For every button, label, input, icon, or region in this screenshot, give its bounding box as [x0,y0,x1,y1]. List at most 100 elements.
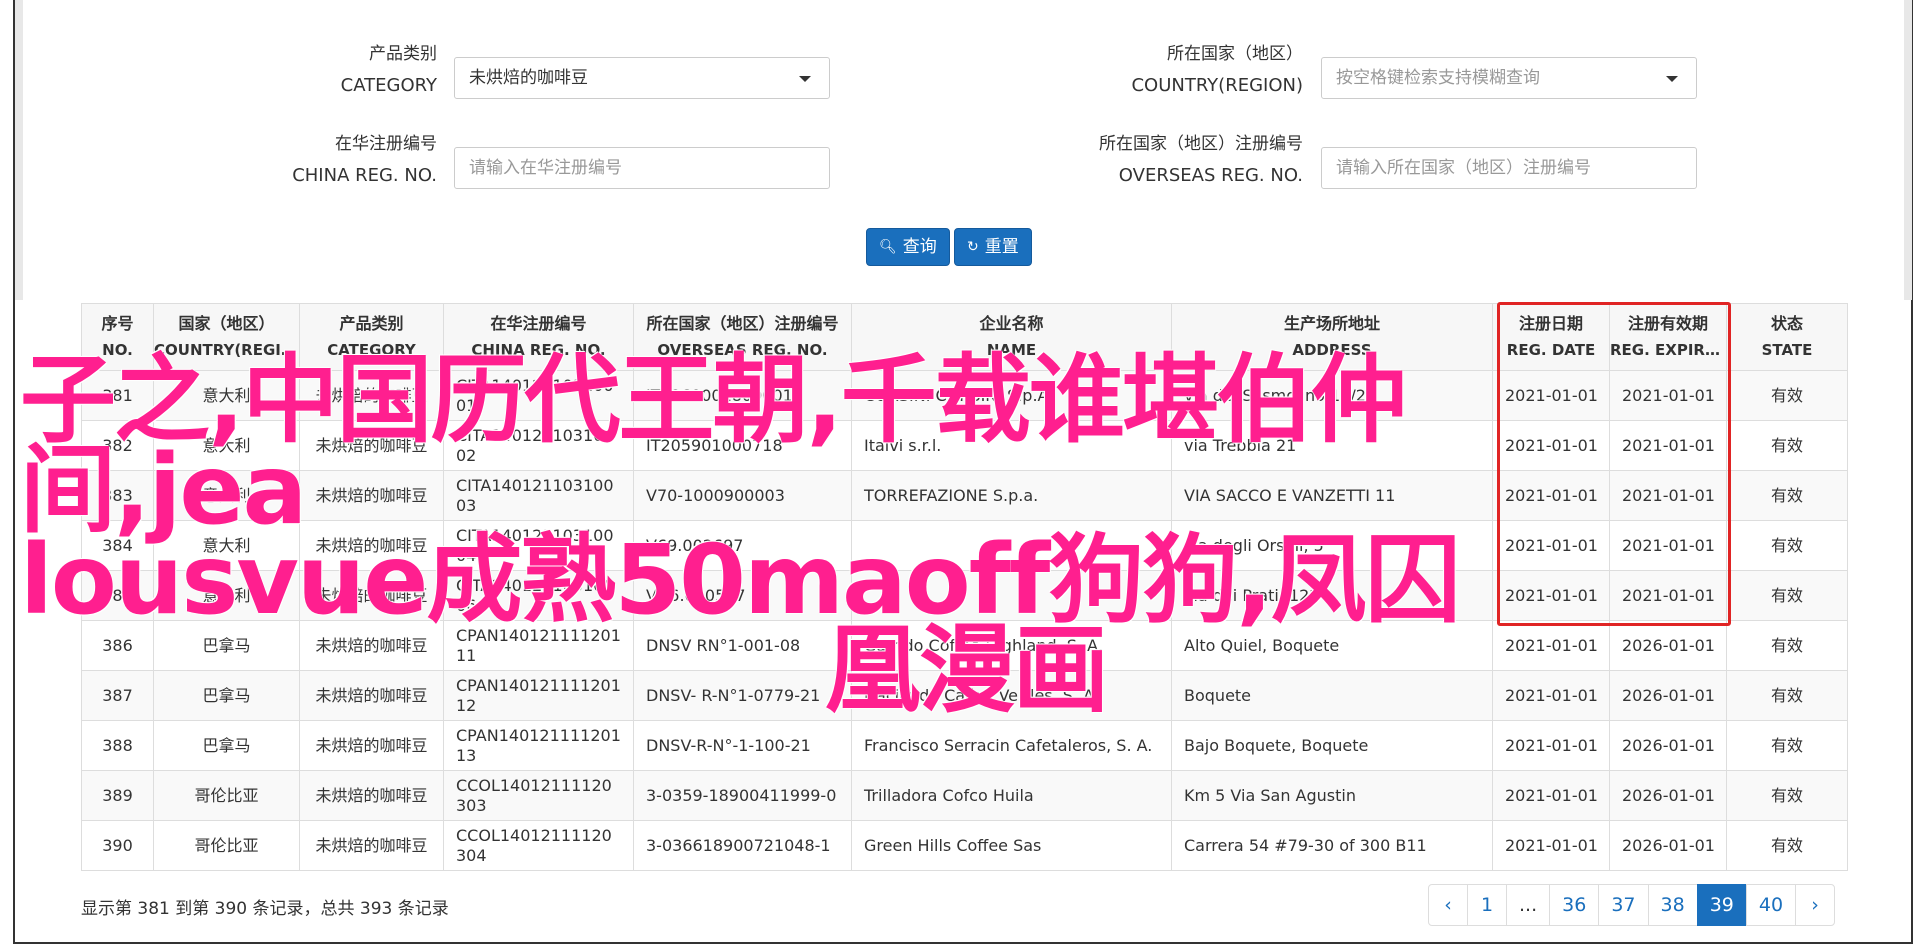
chevron-down-icon [799,76,811,82]
category-label-cn: 产品类别 [369,44,437,64]
cell-state: 有效 [1726,820,1848,871]
cell-reg-date: 2021-01-01 [1492,620,1610,671]
header-china-reg[interactable]: 在华注册编号 CHINA REG. NO. [443,303,634,371]
table-row[interactable]: 389 哥伦比亚 未烘焙的咖啡豆 CCOL14012111120303 3-03… [81,770,1848,821]
country-select[interactable]: 按空格键检索支持模糊查询 [1321,57,1697,99]
page-39[interactable]: 39 [1696,884,1747,926]
cell-reg-date: 2021-01-01 [1492,570,1610,621]
cell-country: 意大利 [153,370,300,421]
left-scrollbar[interactable] [15,0,23,300]
cell-address: Km 5 Via San Agustin [1171,770,1493,821]
cell-state: 有效 [1726,470,1848,521]
header-category[interactable]: 产品类别 CATEGORY [299,303,444,371]
cell-state: 有效 [1726,520,1848,571]
header-reg-expire[interactable]: 注册有效期 REG. EXPIRE ... [1609,303,1727,371]
prev-page-button[interactable]: ‹ [1428,884,1468,926]
cell-overseas-reg: DNSV- R-N°1-0779-21 [633,670,852,721]
table-row[interactable]: 388 巴拿马 未烘焙的咖啡豆 CPAN14012111120113 DNSV-… [81,720,1848,771]
cell-name: CORSINI CORSINI S.p.A. [851,370,1172,421]
right-scrollbar[interactable] [1904,0,1912,300]
table-row[interactable]: 382 意大利 未烘焙的咖啡豆 CITA14012110310002 IT205… [81,420,1848,471]
cell-name: Italvi s.r.l. [851,420,1172,471]
cell-name: Trilladora Cofco Huila [851,770,1172,821]
header-country[interactable]: 国家（地区） COUNTRY(REGIO... [153,303,300,371]
cell-reg-expire: 2026-01-01 [1609,670,1727,721]
cell-address: via Trebbia 21 [1171,420,1493,471]
cell-category: 未烘焙的咖啡豆 [299,420,444,471]
cell-country: 意大利 [153,520,300,571]
cell-china-reg: CITA14012110310003 [443,470,634,521]
search-icon: 🔍︎ [879,239,897,255]
cell-reg-date: 2021-01-01 [1492,770,1610,821]
reset-button[interactable]: ↻ 重置 [954,228,1032,266]
table-row[interactable]: 381 意大利 未烘焙的咖啡豆 CITA14012110310001 IT096… [81,370,1848,421]
cell-no: 386 [81,620,154,671]
overseas-reg-input[interactable] [1321,147,1697,189]
overseas-reg-label-en: OVERSEAS REG. NO. [1118,165,1303,186]
cell-overseas-reg: IT0960001800001 [633,370,852,421]
table-row[interactable]: 385 意大利 未烘焙的咖啡豆 CITA14012110310006 VD6.0… [81,570,1848,621]
cell-reg-expire: 2026-01-01 [1609,620,1727,671]
table-header-row: 序号 NO. 国家（地区） COUNTRY(REGIO... 产品类别 CATEGOR… [81,303,1848,371]
cell-reg-expire: 2021-01-01 [1609,520,1727,571]
table-row[interactable]: 390 哥伦比亚 未烘焙的咖啡豆 CCOL14012111120304 3-03… [81,820,1848,871]
page-ellipsis: ... [1506,884,1551,926]
page-1[interactable]: 1 [1467,884,1507,926]
china-reg-label-en: CHINA REG. NO. [292,165,437,186]
cell-china-reg: CITA14012110310001 [443,370,634,421]
cell-name: Garrido Coffee Highland, S. A. [851,620,1172,671]
header-reg-date[interactable]: 注册日期 REG. DATE [1492,303,1610,371]
category-label-en: CATEGORY [340,75,437,96]
cell-state: 有效 [1726,570,1848,621]
cell-state: 有效 [1726,620,1848,671]
next-page-button[interactable]: › [1795,884,1836,926]
cell-category: 未烘焙的咖啡豆 [299,520,444,571]
header-address[interactable]: 生产场所地址 ADDRESS [1171,303,1493,371]
cell-overseas-reg: V70-1000900003 [633,470,852,521]
table-row[interactable]: 384 意大利 未烘焙的咖啡豆 CITA14012110310004 V69.0… [81,520,1848,571]
cell-category: 未烘焙的咖啡豆 [299,770,444,821]
cell-address: Carrera 54 #79-30 of 300 B11 [1171,820,1493,871]
cell-address: Alto Quiel, Boquete [1171,620,1493,671]
cell-overseas-reg: DNSV-R-N°-1-100-21 [633,720,852,771]
category-select[interactable]: 未烘焙的咖啡豆 [454,57,830,99]
cell-reg-date: 2021-01-01 [1492,520,1610,571]
cell-china-reg: CPAN14012111120111 [443,620,634,671]
cell-reg-date: 2021-01-01 [1492,470,1610,521]
cell-reg-date: 2021-01-01 [1492,720,1610,771]
page-37[interactable]: 37 [1598,884,1649,926]
header-no[interactable]: 序号 NO. [81,303,154,371]
chevron-down-icon [1666,76,1678,82]
china-reg-input[interactable] [454,147,830,189]
overseas-reg-label-cn: 所在国家（地区）注册编号 [1099,134,1303,154]
cell-reg-date: 2021-01-01 [1492,820,1610,871]
table-row[interactable]: 387 巴拿马 未烘焙的咖啡豆 CPAN14012111120112 DNSV-… [81,670,1848,721]
cell-name: Francisco Serracin Cafetaleros, S. A. [851,720,1172,771]
page-38[interactable]: 38 [1647,884,1698,926]
table-row[interactable]: 383 意大利 未烘焙的咖啡豆 CITA14012110310003 V70-1… [81,470,1848,521]
cell-reg-expire: 2021-01-01 [1609,370,1727,421]
cell-state: 有效 [1726,370,1848,421]
header-overseas-reg[interactable]: 所在国家（地区）注册编号 OVERSEAS REG. NO. [633,303,852,371]
cell-name: Hacienda Cañas Verdes, S. A. [851,670,1172,721]
refresh-icon: ↻ [967,239,979,255]
cell-reg-date: 2021-01-01 [1492,670,1610,721]
overseas-reg-label: 所在国家（地区）注册编号 OVERSEAS REG. NO. [1099,128,1303,192]
page-36[interactable]: 36 [1549,884,1600,926]
country-select-placeholder: 按空格键检索支持模糊查询 [1336,68,1540,88]
cell-no: 383 [81,470,154,521]
cell-country: 哥伦比亚 [153,770,300,821]
page-40[interactable]: 40 [1745,884,1797,926]
query-button[interactable]: 🔍︎ 查询 [866,228,950,266]
header-state[interactable]: 状态 STATE [1726,303,1848,371]
cell-china-reg: CCOL14012111120304 [443,820,634,871]
table-row[interactable]: 386 巴拿马 未烘焙的咖啡豆 CPAN14012111120111 DNSV … [81,620,1848,671]
cell-overseas-reg: 3-036618900721048-1 [633,820,852,871]
cell-no: 387 [81,670,154,721]
cell-country: 意大利 [153,420,300,471]
cell-state: 有效 [1726,670,1848,721]
cell-reg-expire: 2026-01-01 [1609,770,1727,821]
header-name[interactable]: 企业名称 NAME [851,303,1172,371]
results-table: 序号 NO. 国家（地区） COUNTRY(REGIO... 产品类别 CATEGOR… [81,303,1848,871]
cell-country: 巴拿马 [153,670,300,721]
